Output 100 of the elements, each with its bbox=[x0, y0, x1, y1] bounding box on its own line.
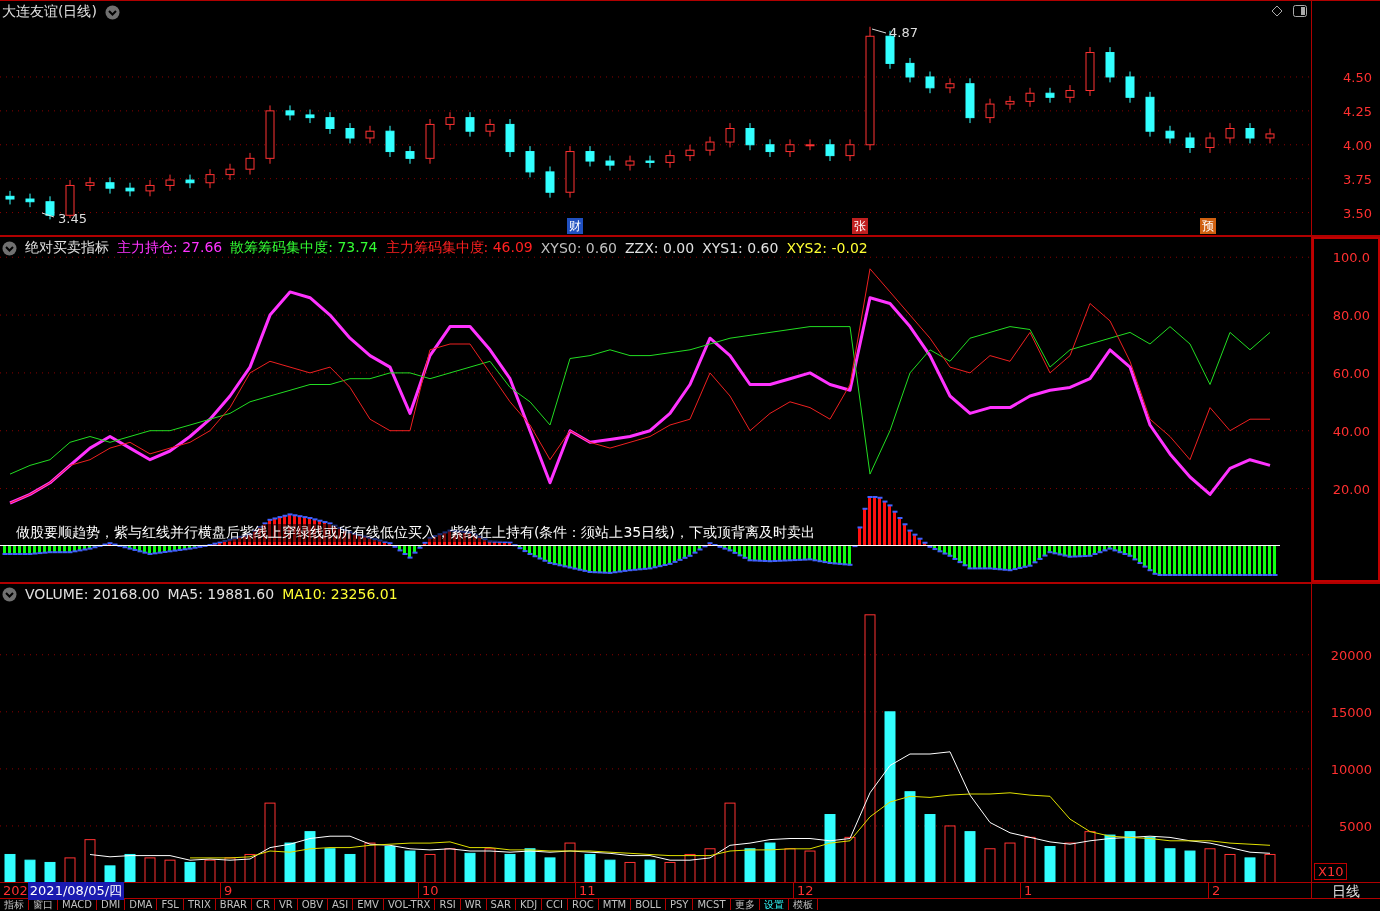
candlestick bbox=[205, 168, 215, 189]
candlestick bbox=[725, 122, 735, 148]
month-label: 2 bbox=[1208, 883, 1221, 898]
indicator-tab[interactable]: MACD bbox=[58, 899, 97, 910]
chevron-icon[interactable] bbox=[2, 586, 17, 602]
candlestick bbox=[145, 179, 155, 197]
volume-bar bbox=[944, 825, 956, 882]
volume-bar bbox=[484, 848, 496, 882]
indicator-tab[interactable]: CR bbox=[252, 899, 275, 910]
indicator-tab[interactable]: KDJ bbox=[515, 899, 543, 910]
indicator-tab[interactable]: BOLL bbox=[631, 899, 666, 910]
volume-bar bbox=[84, 839, 96, 882]
indicator-tab[interactable]: OBV bbox=[297, 899, 328, 910]
candlestick bbox=[1165, 125, 1175, 144]
axis-label: 40.00 bbox=[1332, 423, 1370, 439]
month-label: 11 bbox=[575, 883, 596, 898]
volume-bar bbox=[664, 861, 676, 882]
candlestick bbox=[365, 125, 375, 144]
volume-bar bbox=[1164, 848, 1176, 882]
candlestick bbox=[745, 122, 755, 151]
indicator-tab[interactable]: EMV bbox=[353, 899, 384, 910]
volume-bar bbox=[224, 857, 236, 882]
chart-title: 大连友谊(日线) bbox=[2, 3, 97, 21]
candlestick bbox=[85, 176, 95, 192]
candlestick bbox=[985, 98, 995, 124]
indicator-tab[interactable]: ASI bbox=[328, 899, 354, 910]
period-label[interactable]: 日线 bbox=[1312, 883, 1380, 898]
indicator-tab[interactable]: DMI bbox=[97, 899, 126, 910]
volume-bar bbox=[764, 842, 776, 882]
volume-bar bbox=[604, 859, 616, 882]
diamond-icon[interactable] bbox=[1271, 5, 1283, 17]
low-price-label: 3.45 bbox=[58, 211, 87, 226]
indicator-tab[interactable]: SAR bbox=[486, 899, 516, 910]
volume-bar bbox=[744, 848, 756, 882]
candlestick bbox=[905, 57, 915, 83]
indicator-reading: 主力持仓: 27.66 bbox=[117, 239, 223, 257]
volume-bar bbox=[444, 848, 456, 882]
window-icon[interactable] bbox=[1293, 5, 1307, 17]
indicator-reading: 主力筹码集中度: 46.09 bbox=[385, 239, 533, 257]
candlestick bbox=[1225, 122, 1235, 144]
month-label: 12 bbox=[793, 883, 814, 898]
volume-bar bbox=[1124, 831, 1136, 882]
month-label: 1 bbox=[1020, 883, 1033, 898]
candlestick bbox=[325, 111, 335, 135]
candlestick bbox=[845, 138, 855, 162]
volume-bar bbox=[964, 831, 976, 882]
indicator-tab[interactable]: PSY bbox=[665, 899, 694, 910]
volume-reading: MA10: 23256.01 bbox=[282, 586, 398, 602]
chevron-icon[interactable] bbox=[2, 240, 17, 256]
indicator-tab[interactable]: 指标 bbox=[0, 899, 29, 910]
chevron-icon[interactable] bbox=[104, 4, 120, 20]
indicator-title: 绝对买卖指标 bbox=[25, 239, 109, 257]
indicator-tab[interactable]: DMA bbox=[125, 899, 158, 910]
indicator-tab[interactable]: VOL-TRX bbox=[383, 899, 436, 910]
candlestick bbox=[1045, 87, 1055, 104]
indicator-tab[interactable]: FSL bbox=[157, 899, 184, 910]
volume-bar bbox=[644, 859, 656, 882]
candlestick bbox=[125, 182, 135, 197]
indicator-tab[interactable]: ROC bbox=[568, 899, 599, 910]
volume-bar bbox=[304, 831, 316, 882]
axis-label: 4.50 bbox=[1343, 69, 1372, 85]
event-marker[interactable]: 张 bbox=[852, 218, 868, 234]
leader-line bbox=[871, 28, 887, 34]
volume-bar bbox=[4, 853, 16, 882]
indicator-tab[interactable]: RSI bbox=[435, 899, 461, 910]
event-marker[interactable]: 财 bbox=[567, 218, 583, 234]
axis-label: 20000 bbox=[1330, 647, 1372, 663]
volume-bar bbox=[804, 850, 816, 882]
candlestick bbox=[1025, 87, 1035, 108]
candlestick bbox=[165, 174, 175, 192]
axis-label: 3.75 bbox=[1343, 171, 1372, 187]
indicator-tab[interactable]: 设置 bbox=[759, 899, 789, 910]
axis-label: 80.00 bbox=[1332, 307, 1370, 323]
volume-bar bbox=[824, 814, 836, 882]
volume-bar bbox=[1184, 850, 1196, 882]
indicator-tab[interactable]: CCI bbox=[542, 899, 569, 910]
candlestick bbox=[265, 104, 275, 165]
axis-label: 20.00 bbox=[1332, 481, 1370, 497]
indicator-tab[interactable]: MCST bbox=[693, 899, 731, 910]
axis-label: 15000 bbox=[1330, 704, 1372, 720]
indicator-tab[interactable]: MTM bbox=[598, 899, 632, 910]
indicator-tab[interactable]: BRAR bbox=[215, 899, 252, 910]
candlestick bbox=[785, 138, 795, 158]
volume-reading: VOLUME: 20168.00 bbox=[25, 586, 160, 602]
indicator-tab[interactable]: 模板 bbox=[788, 899, 818, 910]
axis-label: 60.00 bbox=[1332, 365, 1370, 381]
candlestick bbox=[805, 138, 815, 151]
event-marker[interactable]: 预 bbox=[1200, 218, 1216, 234]
indicator-tab[interactable]: 窗口 bbox=[29, 899, 58, 910]
axis-label: 100.0 bbox=[1332, 249, 1370, 265]
volume-bar bbox=[984, 848, 996, 882]
candlestick bbox=[1105, 46, 1115, 83]
scale-label: X10 bbox=[1314, 863, 1348, 880]
indicator-tab[interactable]: VR bbox=[274, 899, 298, 910]
indicator-tab[interactable]: WR bbox=[460, 899, 487, 910]
volume-bar bbox=[184, 861, 196, 882]
indicator-tab[interactable]: 更多 bbox=[730, 899, 760, 910]
volume-bar bbox=[104, 865, 116, 882]
indicator-tab[interactable]: TRIX bbox=[183, 899, 216, 910]
candlestick bbox=[585, 145, 595, 167]
